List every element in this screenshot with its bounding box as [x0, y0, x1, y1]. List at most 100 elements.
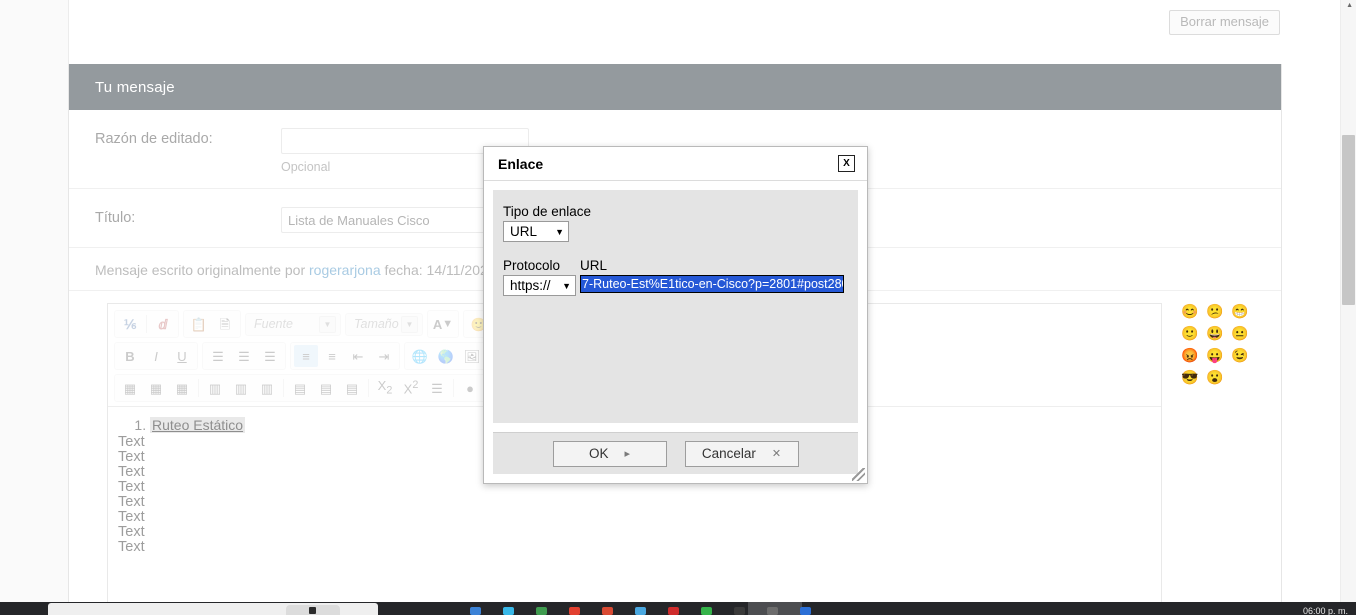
emoticon-cool[interactable]: 😎	[1181, 369, 1198, 386]
insert-column-left-icon[interactable]: ▥	[203, 377, 227, 399]
toolbar-divider	[146, 315, 147, 333]
table-properties-icon[interactable]: ▦	[144, 377, 168, 399]
italic-icon[interactable]: I	[144, 345, 168, 367]
toolbar-divider	[283, 379, 284, 397]
dialog-resize-handle[interactable]	[852, 468, 865, 481]
delete-row-icon[interactable]: ▤	[340, 377, 364, 399]
table-delete-icon[interactable]: ▦	[170, 377, 194, 399]
taskbar-icon-dark[interactable]	[734, 607, 745, 615]
dialog-body: Tipo de enlace URL ▼ Protocolo https:// …	[493, 190, 858, 423]
toolbar-divider	[453, 379, 454, 397]
url-label: URL	[580, 258, 858, 273]
table-icon[interactable]: ▦	[118, 377, 142, 399]
image-icon[interactable]: 🖼	[460, 345, 484, 367]
align-right-icon[interactable]: ☰	[258, 345, 282, 367]
taskbar-icon-orange[interactable]	[602, 607, 613, 615]
delete-message-button[interactable]: Borrar mensaje	[1169, 10, 1280, 35]
emoticon-smile[interactable]: 😊	[1181, 303, 1198, 320]
meta-author-link[interactable]: rogerarjona	[309, 262, 381, 278]
font-size-select[interactable]: Tamaño ▼	[345, 313, 423, 336]
taskbar-icon-green[interactable]	[536, 607, 547, 615]
chevron-down-icon: ▼	[401, 316, 418, 333]
outdent-icon[interactable]: ⇤	[346, 345, 370, 367]
toolbar-group-table: ▦ ▦ ▦ ▥ ▥ ▥ ▤ ▤ ▤ X2	[114, 374, 538, 402]
emoticon-neutral[interactable]: 😐	[1231, 325, 1248, 342]
subscript-icon[interactable]: X2	[373, 377, 397, 399]
taskbar-icon-cyan[interactable]	[503, 607, 514, 615]
remove-format-icon[interactable]: ⅙	[118, 313, 142, 335]
cancel-button[interactable]: Cancelar ✕	[685, 441, 799, 467]
ok-button[interactable]: OK ▸	[553, 441, 667, 467]
taskbar-icon-skyblue[interactable]	[635, 607, 646, 615]
editor-line: Text	[108, 540, 1161, 555]
insert-column-right-icon[interactable]: ▥	[229, 377, 253, 399]
meta-prefix: Mensaje escrito originalmente por	[95, 262, 309, 278]
page-left-gutter	[0, 0, 68, 602]
emoticon-tongue[interactable]: 😛	[1206, 347, 1223, 364]
emoticon-angry[interactable]: 😡	[1181, 347, 1198, 364]
taskbar-clock[interactable]: 06:00 p. m.	[1303, 606, 1348, 615]
editor-line: Text	[108, 525, 1161, 540]
font-family-select[interactable]: Fuente ▼	[245, 313, 341, 336]
link-type-label: Tipo de enlace	[503, 204, 858, 219]
screen-root: Borrar mensaje Tu mensaje Razón de edita…	[0, 0, 1356, 615]
taskbar-icon-red[interactable]	[569, 607, 580, 615]
close-x-icon: ✕	[772, 447, 781, 460]
emoticon-confused[interactable]: 😕	[1206, 303, 1223, 320]
cd-icon[interactable]: ●	[458, 377, 482, 399]
emoticon-surprised[interactable]: 😮	[1206, 369, 1223, 386]
close-icon[interactable]: X	[838, 155, 855, 172]
delete-column-icon[interactable]: ▥	[255, 377, 279, 399]
paste-icon[interactable]: 📋	[187, 313, 211, 335]
scroll-up-arrow-icon[interactable]: ▲	[1346, 2, 1353, 9]
selected-link-text[interactable]: Ruteo Estático	[150, 417, 245, 433]
indent-icon[interactable]: ⇥	[372, 345, 396, 367]
taskbar-icon-lime[interactable]	[701, 607, 712, 615]
ok-label: OK	[589, 446, 609, 461]
top-action-bar: Borrar mensaje	[68, 0, 1280, 44]
text-color-icon[interactable]: A▼	[431, 313, 455, 335]
link-type-value: URL	[510, 224, 537, 239]
ordered-list-icon[interactable]: ≡	[294, 345, 318, 367]
taskbar-active-tab[interactable]	[286, 605, 340, 615]
taskbar-icon-crimson[interactable]	[668, 607, 679, 615]
taskbar-icon-grey[interactable]	[767, 607, 778, 615]
emoticon-laugh[interactable]: 😃	[1206, 325, 1223, 342]
dialog-title: Enlace	[498, 156, 543, 172]
align-left-icon[interactable]: ☰	[206, 345, 230, 367]
link-type-group: Tipo de enlace URL ▼	[503, 204, 858, 242]
unordered-list-icon[interactable]: ≡	[320, 345, 344, 367]
url-input[interactable]: 7-Ruteo-Est%E1tico-en-Cisco?p=2801#post2…	[580, 275, 844, 293]
scrollbar-thumb[interactable]	[1342, 135, 1355, 305]
insert-row-above-icon[interactable]: ▤	[288, 377, 312, 399]
chevron-down-icon: ▼	[562, 281, 571, 291]
emoticon-grin[interactable]: 😁	[1231, 303, 1248, 320]
strip-format-icon[interactable]: ⅆ	[151, 313, 175, 335]
unlink-icon[interactable]: 🌎	[434, 345, 458, 367]
taskbar-icon-blue[interactable]	[470, 607, 481, 615]
os-taskbar: 06:00 p. m.	[0, 602, 1356, 615]
editor-line: Text	[108, 495, 1161, 510]
page-scrollbar[interactable]: ▲	[1340, 0, 1356, 602]
bold-icon[interactable]: B	[118, 345, 142, 367]
protocol-label: Protocolo	[503, 258, 578, 273]
underline-icon[interactable]: U	[170, 345, 194, 367]
toolbar-group-align: ☰ ☰ ☰	[202, 342, 286, 370]
superscript-icon[interactable]: X2	[399, 377, 423, 399]
horizontal-rule-icon[interactable]: ☰	[425, 377, 449, 399]
emoticon-wink[interactable]: 😉	[1231, 347, 1248, 364]
protocol-group: Protocolo https:// ▼	[503, 258, 578, 296]
dialog-title-bar[interactable]: Enlace X	[484, 147, 867, 181]
taskbar-browser-window[interactable]	[48, 603, 378, 615]
align-center-icon[interactable]: ☰	[232, 345, 256, 367]
panel-title: Tu mensaje	[95, 79, 175, 96]
taskbar-icon-multi[interactable]	[800, 607, 811, 615]
taskbar-icon-row	[470, 606, 811, 615]
protocol-select[interactable]: https:// ▼	[503, 275, 576, 296]
link-type-select[interactable]: URL ▼	[503, 221, 569, 242]
link-icon[interactable]: 🌐	[408, 345, 432, 367]
chevron-down-icon: ▼	[555, 227, 564, 237]
emoticon-happy[interactable]: 🙂	[1181, 325, 1198, 342]
insert-row-below-icon[interactable]: ▤	[314, 377, 338, 399]
paste-word-icon[interactable]: 🗎	[213, 313, 237, 335]
